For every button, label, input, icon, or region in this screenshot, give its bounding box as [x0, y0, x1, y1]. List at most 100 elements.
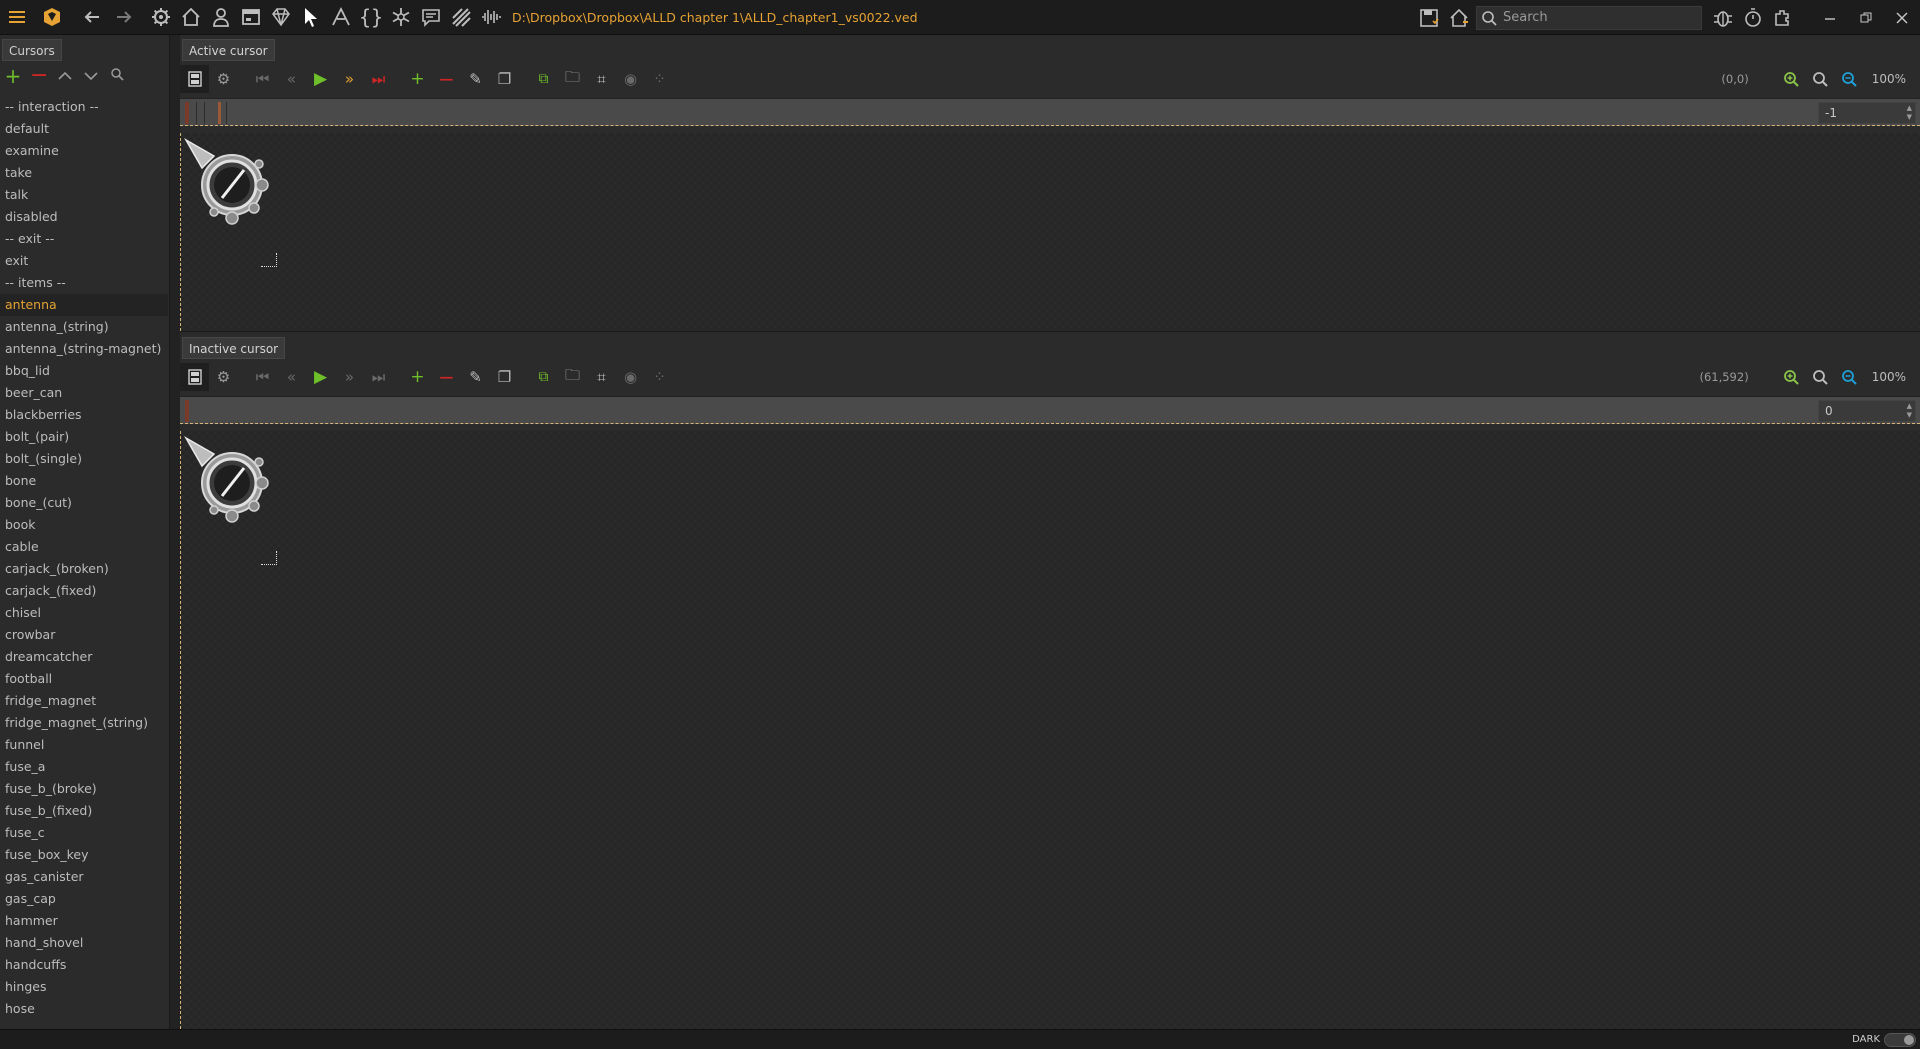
last-frame-icon[interactable]: ⏭ [364, 65, 393, 93]
prev-frame-icon[interactable]: « [277, 363, 306, 391]
cursor-list-item[interactable]: fridge_magnet [0, 690, 168, 712]
remove-frame-icon[interactable]: − [432, 363, 461, 391]
cursor-list-item[interactable]: hand_shovel [0, 932, 168, 954]
move-up-icon[interactable] [56, 66, 74, 86]
cursor-list-item[interactable]: fuse_c [0, 822, 168, 844]
cursor-list-item[interactable]: hinges [0, 976, 168, 998]
film-strip-icon[interactable] [180, 363, 209, 391]
cursor-list-item[interactable]: hammer [0, 910, 168, 932]
last-frame-icon[interactable]: ⏭ [364, 363, 393, 391]
app-logo-icon[interactable] [34, 2, 70, 32]
cursor-list-item[interactable]: chisel [0, 602, 168, 624]
first-frame-icon[interactable]: ⏮ [248, 65, 277, 93]
remove-icon[interactable]: − [30, 65, 48, 87]
cursor-list-item[interactable]: funnel [0, 734, 168, 756]
cursor-list-item[interactable]: gas_cap [0, 888, 168, 910]
shaders-icon[interactable] [446, 2, 476, 32]
theme-toggle[interactable] [1884, 1033, 1916, 1047]
cursor-list-item[interactable]: exit [0, 250, 168, 272]
first-frame-icon[interactable]: ⏮ [248, 363, 277, 391]
cursor-list-item[interactable]: carjack_(fixed) [0, 580, 168, 602]
onion-skin-icon[interactable]: ⁘ [645, 363, 674, 391]
spin-arrows-icon[interactable]: ▲ ▼ [1907, 402, 1912, 420]
crop-icon[interactable]: ⌗ [587, 363, 616, 391]
dialog-icon[interactable] [416, 2, 446, 32]
move-down-icon[interactable] [82, 66, 100, 86]
film-strip-icon[interactable] [180, 65, 209, 93]
search-field[interactable] [1476, 5, 1702, 30]
restore-icon[interactable] [1848, 0, 1884, 35]
remove-frame-icon[interactable]: − [432, 65, 461, 93]
zoom-reset-icon[interactable] [1806, 363, 1835, 391]
forward-icon[interactable] [108, 2, 140, 32]
zoom-in-icon[interactable] [1777, 363, 1806, 391]
cursor-list-item[interactable]: antenna_(string) [0, 316, 168, 338]
cursor-list-item[interactable]: bone [0, 470, 168, 492]
active-cursor-tab[interactable]: Active cursor [182, 39, 275, 61]
save-icon[interactable] [1414, 3, 1444, 33]
zoom-out-icon[interactable] [1835, 363, 1864, 391]
gear-icon[interactable]: ⚙ [209, 363, 238, 391]
duplicate-icon[interactable]: ❐ [490, 363, 519, 391]
inactive-cursor-canvas[interactable] [180, 431, 1920, 1029]
cursor-list-item[interactable]: take [0, 162, 168, 184]
search-list-icon[interactable] [108, 66, 126, 86]
frame-marker[interactable] [185, 102, 189, 124]
cursor-list-item[interactable]: -- interaction -- [0, 96, 168, 118]
cursor-list-item[interactable]: antenna [0, 294, 168, 316]
cursor-list-item[interactable]: handcuffs [0, 954, 168, 976]
frame-marker[interactable] [218, 102, 221, 124]
plugins-icon[interactable] [1768, 3, 1798, 33]
home-start-icon[interactable] [1444, 3, 1474, 33]
prev-frame-icon[interactable]: « [277, 65, 306, 93]
cursor-list-item[interactable]: antenna_(string-magnet) [0, 338, 168, 360]
next-frame-icon[interactable]: » [335, 65, 364, 93]
interfaces-icon[interactable] [236, 2, 266, 32]
text-icon[interactable] [326, 2, 356, 32]
cursor-list-item[interactable]: disabled [0, 206, 168, 228]
cursor-list-item[interactable]: book [0, 514, 168, 536]
menu-icon[interactable] [0, 2, 34, 32]
cursor-list-item[interactable]: fuse_b_(fixed) [0, 800, 168, 822]
close-icon[interactable] [1884, 0, 1920, 35]
zoom-reset-icon[interactable] [1806, 65, 1835, 93]
cursor-list-item[interactable]: fuse_a [0, 756, 168, 778]
cursors-tab[interactable]: Cursors [2, 39, 62, 61]
minimize-icon[interactable] [1812, 0, 1848, 35]
debug-icon[interactable] [1708, 3, 1738, 33]
spin-arrows-icon[interactable]: ▲ ▼ [1907, 104, 1912, 122]
cursor-list-item[interactable]: dreamcatcher [0, 646, 168, 668]
zoom-out-icon[interactable] [1835, 65, 1864, 93]
cursor-list-item[interactable]: talk [0, 184, 168, 206]
edit-icon[interactable]: ✎ [461, 363, 490, 391]
cursor-list-item[interactable]: bone_(cut) [0, 492, 168, 514]
inactive-cursor-tab[interactable]: Inactive cursor [182, 337, 286, 359]
scripts-icon[interactable]: {} [356, 2, 386, 32]
cursor-list-item[interactable]: fuse_b_(broke) [0, 778, 168, 800]
cursor-list-item[interactable]: examine [0, 140, 168, 162]
particles-icon[interactable] [386, 2, 416, 32]
folder-icon[interactable]: 🗀 [558, 65, 587, 93]
visibility-icon[interactable]: ◉ [616, 65, 645, 93]
next-frame-icon[interactable]: » [335, 363, 364, 391]
active-cursor-canvas[interactable] [180, 133, 1920, 331]
cursor-list-item[interactable]: crowbar [0, 624, 168, 646]
hotspot-marker[interactable] [261, 253, 277, 267]
cursor-list-item[interactable]: bolt_(pair) [0, 426, 168, 448]
cursor-list-item[interactable]: hose [0, 998, 168, 1020]
audio-icon[interactable] [476, 2, 506, 32]
frame-marker[interactable] [185, 400, 189, 422]
settings-icon[interactable] [146, 2, 176, 32]
cursor-list-item[interactable]: carjack_(broken) [0, 558, 168, 580]
home-icon[interactable] [176, 2, 206, 32]
folder-icon[interactable]: 🗀 [558, 363, 587, 391]
back-icon[interactable] [76, 2, 108, 32]
zoom-in-icon[interactable] [1777, 65, 1806, 93]
gem-icon[interactable] [266, 2, 296, 32]
cursor-list-item[interactable]: cable [0, 536, 168, 558]
crop-icon[interactable]: ⌗ [587, 65, 616, 93]
cursor-list-item[interactable]: bolt_(single) [0, 448, 168, 470]
gear-icon[interactable]: ⚙ [209, 65, 238, 93]
cursor-list-item[interactable]: bbq_lid [0, 360, 168, 382]
panel-splitter[interactable] [170, 35, 180, 1029]
